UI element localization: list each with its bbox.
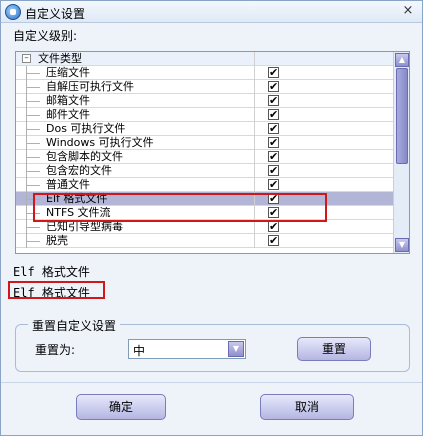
settings-dialog: 自定义设置 × 自定义级别: – 文件类型 压缩文件 ✔ 自解压可执行文件 ✔ 邮箱文件 ✔ 邮… bbox=[0, 0, 423, 436]
column-divider bbox=[254, 94, 255, 108]
column-divider bbox=[254, 108, 255, 122]
column-divider bbox=[254, 80, 255, 94]
tree-group-row[interactable]: – 文件类型 bbox=[16, 52, 393, 66]
tree-row-label: 压缩文件 bbox=[46, 66, 90, 79]
tree-row[interactable]: Dos 可执行文件 ✔ bbox=[16, 122, 393, 136]
tree-row[interactable]: 自解压可执行文件 ✔ bbox=[16, 80, 393, 94]
enable-checkbox[interactable]: ✔ bbox=[268, 235, 279, 246]
reset-to-label: 重置为: bbox=[35, 343, 76, 357]
tree-connector bbox=[26, 157, 40, 158]
tree-row[interactable]: 压缩文件 ✔ bbox=[16, 66, 393, 80]
column-divider bbox=[254, 220, 255, 234]
reset-level-select[interactable]: 中 ▼ bbox=[128, 339, 246, 359]
highlight-box-tree bbox=[33, 193, 327, 222]
enable-checkbox[interactable]: ✔ bbox=[268, 165, 279, 176]
highlight-box-description bbox=[8, 281, 105, 299]
chevron-down-icon[interactable]: ▼ bbox=[228, 341, 244, 357]
column-divider bbox=[254, 52, 255, 66]
enable-checkbox[interactable]: ✔ bbox=[268, 137, 279, 148]
column-divider bbox=[254, 234, 255, 248]
tree-row-label: 普通文件 bbox=[46, 178, 90, 191]
tree-connector bbox=[26, 87, 40, 88]
tree-connector bbox=[26, 73, 40, 74]
enable-checkbox[interactable]: ✔ bbox=[268, 221, 279, 232]
column-divider bbox=[254, 150, 255, 164]
description-text: Elf 格式文件 bbox=[13, 265, 90, 279]
ok-button[interactable]: 确定 bbox=[76, 394, 166, 420]
enable-checkbox[interactable]: ✔ bbox=[268, 151, 279, 162]
tree-row-label: 包含脚本的文件 bbox=[46, 150, 123, 163]
tree-row-label: 脱壳 bbox=[46, 234, 68, 247]
footer-divider bbox=[1, 382, 422, 383]
tree-connector bbox=[26, 101, 40, 102]
tree-connector bbox=[26, 171, 40, 172]
tree-connector bbox=[26, 115, 40, 116]
collapse-icon[interactable]: – bbox=[22, 54, 31, 63]
title-bar[interactable]: 自定义设置 × bbox=[1, 1, 422, 23]
column-divider bbox=[254, 122, 255, 136]
scroll-down-button[interactable]: ▼ bbox=[395, 238, 409, 252]
window-title: 自定义设置 bbox=[25, 7, 86, 21]
tree-row[interactable]: 已知引导型病毒 ✔ bbox=[16, 220, 393, 234]
tree-row-label: 已知引导型病毒 bbox=[46, 220, 123, 233]
tree-row[interactable]: 普通文件 ✔ bbox=[16, 178, 393, 192]
enable-checkbox[interactable]: ✔ bbox=[268, 81, 279, 92]
tree-row-label: 文件类型 bbox=[38, 52, 82, 65]
scroll-up-button[interactable]: ▲ bbox=[395, 53, 409, 67]
tree-row[interactable]: 包含宏的文件 ✔ bbox=[16, 164, 393, 178]
tree-connector bbox=[26, 241, 40, 242]
cancel-button[interactable]: 取消 bbox=[260, 394, 354, 420]
scroll-thumb[interactable] bbox=[396, 68, 408, 164]
tree-row-label: 自解压可执行文件 bbox=[46, 80, 134, 93]
tree-row-label: 邮件文件 bbox=[46, 108, 90, 121]
column-divider bbox=[254, 66, 255, 80]
reset-group-title: 重置自定义设置 bbox=[28, 317, 121, 334]
tree-row[interactable]: Windows 可执行文件 ✔ bbox=[16, 136, 393, 150]
tree-row-label: 邮箱文件 bbox=[46, 94, 90, 107]
reset-level-value: 中 bbox=[133, 344, 146, 358]
enable-checkbox[interactable]: ✔ bbox=[268, 109, 279, 120]
column-divider bbox=[254, 136, 255, 150]
enable-checkbox[interactable]: ✔ bbox=[268, 67, 279, 78]
enable-checkbox[interactable]: ✔ bbox=[268, 95, 279, 106]
tree-connector bbox=[26, 143, 40, 144]
column-divider bbox=[254, 164, 255, 178]
tree-row[interactable]: 邮件文件 ✔ bbox=[16, 108, 393, 122]
custom-level-label: 自定义级别: bbox=[13, 29, 78, 43]
tree-row[interactable]: 包含脚本的文件 ✔ bbox=[16, 150, 393, 164]
tree-row[interactable]: 邮箱文件 ✔ bbox=[16, 94, 393, 108]
tree-row[interactable]: 脱壳 ✔ bbox=[16, 234, 393, 248]
tree-row-label: Dos 可执行文件 bbox=[46, 122, 126, 135]
tree-connector bbox=[26, 227, 40, 228]
column-divider bbox=[254, 178, 255, 192]
enable-checkbox[interactable]: ✔ bbox=[268, 179, 279, 190]
app-shield-icon bbox=[5, 4, 21, 20]
close-button[interactable]: × bbox=[400, 3, 416, 19]
enable-checkbox[interactable]: ✔ bbox=[268, 123, 279, 134]
tree-row-label: Windows 可执行文件 bbox=[46, 136, 154, 149]
reset-button[interactable]: 重置 bbox=[297, 337, 371, 361]
tree-connector bbox=[26, 129, 40, 130]
tree-connector bbox=[26, 185, 40, 186]
file-type-tree[interactable]: – 文件类型 压缩文件 ✔ 自解压可执行文件 ✔ 邮箱文件 ✔ 邮件文件 ✔ Dos 可执行文件 ✔ W… bbox=[15, 51, 410, 254]
vertical-scrollbar[interactable]: ▲ ▼ bbox=[393, 52, 409, 253]
tree-row-label: 包含宏的文件 bbox=[46, 164, 112, 177]
